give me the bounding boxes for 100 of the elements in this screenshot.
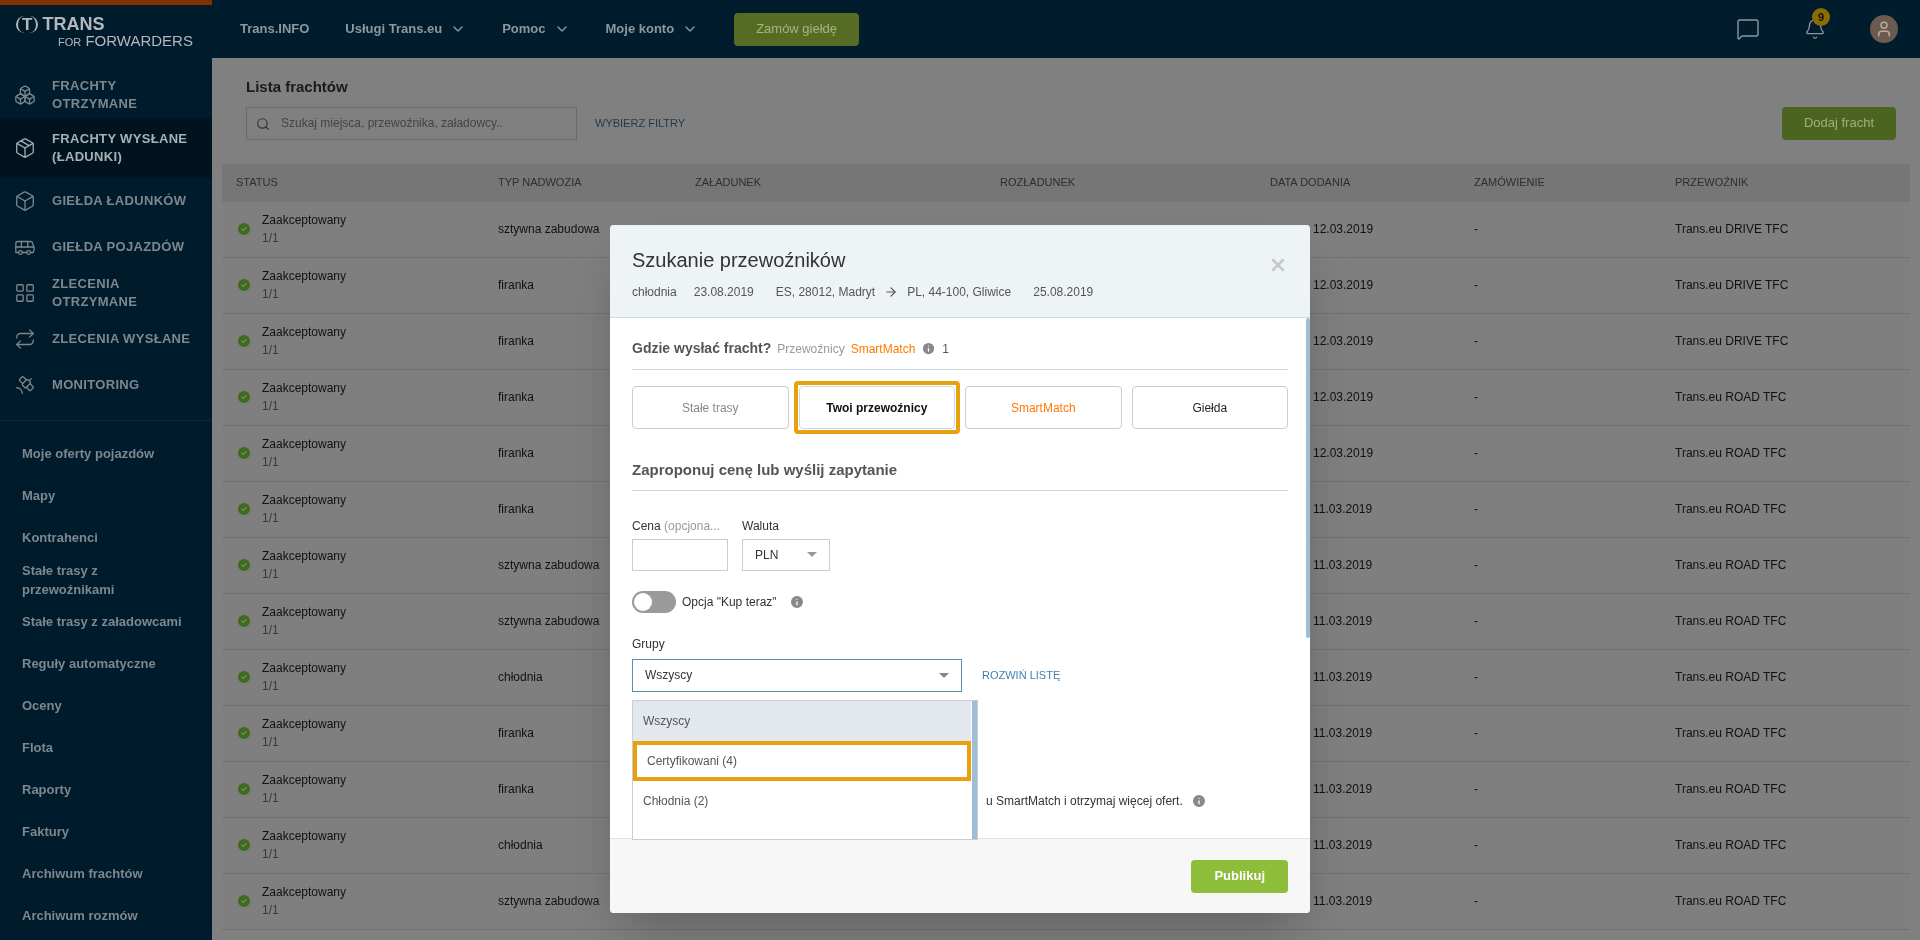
table-cell-text: 11.03.2019 (1313, 557, 1373, 574)
carriers-count: 1 (942, 341, 949, 358)
column-header[interactable]: ZAMÓWIENIE (1474, 174, 1675, 191)
tab[interactable]: SmartMatch (965, 386, 1122, 429)
progress-text: 1/1 (262, 286, 280, 303)
sidebar-link[interactable]: Stałe trasy z załadowcami (0, 601, 212, 643)
scrollbar[interactable] (1306, 318, 1310, 638)
filters-link[interactable]: WYBIERZ FILTRY (595, 114, 686, 132)
table-cell-text: Trans.eu ROAD TFC (1675, 389, 1787, 406)
status-text: Zaakceptowany (262, 436, 347, 453)
info-icon[interactable] (921, 341, 937, 356)
info-icon[interactable] (788, 593, 805, 610)
table-cell-text: - (1474, 389, 1478, 406)
column-header[interactable]: DATA DODANIA (1270, 174, 1474, 191)
sidebar-link[interactable]: Raporty (0, 769, 212, 811)
check-circle-icon (236, 445, 252, 461)
sidebar-link[interactable]: Archiwum rozmów (0, 895, 212, 937)
progress-text: 1/1 (262, 230, 280, 247)
column-header[interactable]: ZAŁADUNEK (695, 174, 1000, 191)
table-cell-text: sztywna zabudowa (498, 613, 600, 630)
column-header[interactable]: STATUS (236, 174, 498, 191)
nav-link[interactable]: Moje konto (605, 19, 699, 39)
table-cell-text: firanka (498, 333, 535, 350)
table-cell-text: - (1474, 557, 1478, 574)
table-cell-text: - (1474, 445, 1478, 462)
nav-link[interactable]: Usługi Trans.eu (345, 19, 467, 39)
status-text: Zaakceptowany (262, 604, 347, 621)
price-input[interactable] (632, 538, 728, 571)
progress-text: 1/1 (262, 510, 280, 527)
sidebar-item[interactable]: GIEŁDA ŁADUNKÓW (0, 178, 212, 224)
order-exchange-button[interactable]: Zamów giełdę (734, 12, 860, 46)
table-cell-text: 12.03.2019 (1313, 221, 1374, 238)
column-header[interactable]: TYP NADWOZIA (498, 174, 695, 191)
notification-badge: 9 (1812, 8, 1830, 26)
sidebar-link[interactable]: Moje oferty pojazdów (0, 433, 212, 475)
groups-select[interactable]: Wszyscy (632, 658, 962, 692)
progress-text: 1/1 (262, 454, 280, 471)
table-cell-text: Trans.eu ROAD TFC (1675, 781, 1787, 798)
table-cell-text: Trans.eu ROAD TFC (1675, 557, 1787, 574)
sidebar-link[interactable]: Archiwum frachtów (0, 853, 212, 895)
table-cell-text: - (1474, 781, 1478, 798)
nav-link[interactable]: Trans.INFO (240, 19, 310, 39)
user-silhouette-icon (1875, 20, 1893, 38)
check-circle-icon (236, 725, 252, 741)
progress-text: 1/1 (262, 622, 280, 639)
table-cell-text: - (1474, 837, 1478, 854)
table-cell-text: firanka (498, 277, 535, 294)
table-cell-text: Trans.eu ROAD TFC (1675, 893, 1787, 910)
sidebar-link[interactable]: Oceny (0, 685, 212, 727)
table-cell-text: firanka (498, 781, 535, 798)
sidebar-link[interactable]: Mapy (0, 475, 212, 517)
sidebar-link[interactable]: Reguły automatyczne (0, 643, 212, 685)
sidebar-item[interactable]: ZLECENIA OTRZYMANE (0, 270, 212, 316)
table-cell-text: - (1474, 277, 1478, 294)
tab[interactable]: Stałe trasy (632, 386, 789, 429)
table-cell-text: - (1474, 725, 1478, 742)
buy-now-toggle[interactable] (632, 590, 676, 613)
table-cell-text: Trans.eu ROAD TFC (1675, 725, 1787, 742)
info-icon[interactable] (1190, 792, 1207, 809)
search-icon (256, 116, 270, 131)
sidebar-link[interactable]: Stałe trasy z przewoźnikami (0, 559, 212, 601)
table-cell-text: - (1474, 613, 1478, 630)
sidebar-link[interactable]: Faktury (0, 811, 212, 853)
dropdown-option[interactable]: Wszyscy (633, 701, 971, 741)
chat-icon[interactable] (1736, 17, 1760, 41)
expand-list-link[interactable]: ROZWIŃ LISTĘ (982, 666, 1061, 684)
sidebar-link[interactable]: Kontrahenci (0, 517, 212, 559)
status-text: Zaakceptowany (262, 716, 347, 733)
sidebar-link[interactable]: Flota (0, 727, 212, 769)
carriers-label: Przewoźnicy (777, 341, 845, 358)
sidebar-item[interactable]: MONITORING (0, 362, 212, 408)
scrollbar[interactable] (972, 701, 977, 839)
column-header[interactable]: ROZŁADUNEK (1000, 174, 1270, 191)
add-freight-button[interactable]: Dodaj fracht (1781, 106, 1896, 140)
column-header[interactable]: PRZEWOŹNIK (1675, 174, 1896, 191)
section-heading: Gdzie wysłać fracht? (632, 339, 772, 358)
avatar[interactable] (1870, 15, 1898, 43)
table-cell-text: sztywna zabudowa (498, 221, 600, 238)
table-cell-text: - (1474, 333, 1478, 350)
sidebar-item[interactable]: FRACHTY OTRZYMANE (0, 72, 212, 118)
search-field[interactable]: Szukaj miejsca, przewoźnika, załadowcy.. (246, 106, 577, 140)
nav-link[interactable]: Pomoc (502, 19, 570, 39)
progress-text: 1/1 (262, 398, 280, 415)
tab[interactable]: Giełda (1131, 386, 1288, 429)
check-circle-icon (236, 389, 252, 405)
status-text: Zaakceptowany (262, 380, 347, 397)
dropdown-option[interactable]: Certyfikowani (4) (633, 741, 971, 781)
check-circle-icon (236, 837, 252, 853)
unload-date-text: 25.08.2019 (1033, 284, 1094, 301)
tab[interactable]: Twoi przewoźnicy (798, 386, 955, 429)
sidebar-item[interactable]: GIEŁDA POJAZDÓW (0, 224, 212, 270)
table-cell-text: 12.03.2019 (1313, 333, 1374, 350)
sidebar-item[interactable]: ZLECENIA WYSŁANE (0, 316, 212, 362)
logo[interactable]: T TRANS FOR FORWARDERS (0, 5, 212, 58)
table-cell-text: chłodnia (498, 669, 543, 686)
check-circle-icon (236, 501, 252, 517)
table-cell-text: - (1474, 221, 1478, 238)
currency-select[interactable]: PLN (742, 538, 830, 571)
sidebar-item[interactable]: FRACHTY WYSŁANE (ŁADUNKI) (0, 118, 212, 178)
table-cell-text: 11.03.2019 (1313, 781, 1373, 798)
